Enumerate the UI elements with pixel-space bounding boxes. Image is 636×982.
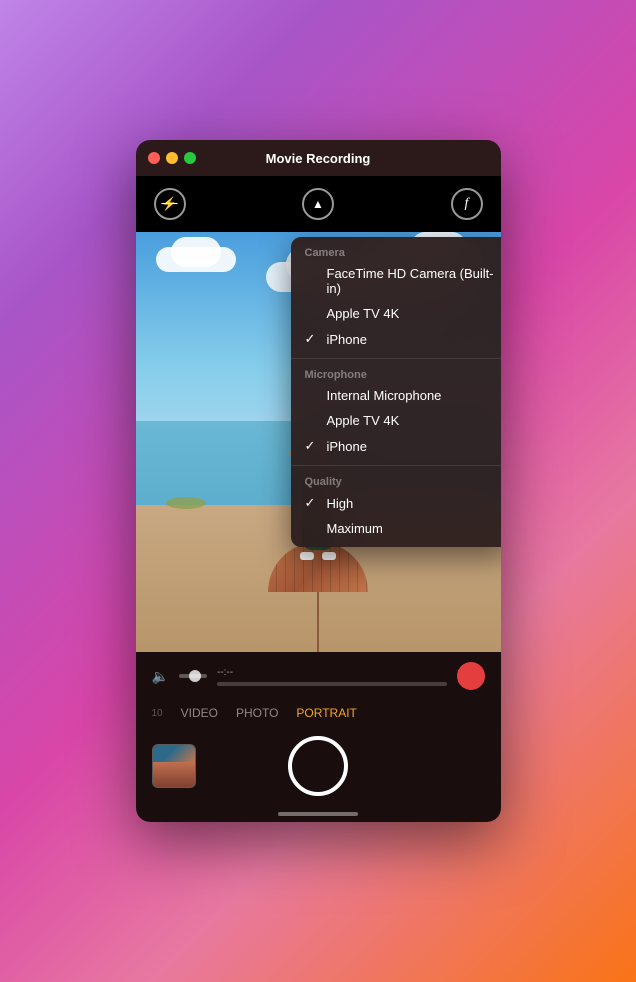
- left-foot: [300, 552, 314, 560]
- thumbnail-image: [153, 745, 195, 787]
- menu-item-facetime-hd[interactable]: FaceTime HD Camera (Built-in): [291, 261, 501, 301]
- menu-label-iphone-camera: iPhone: [327, 332, 497, 347]
- quality-section-header: Quality: [291, 472, 501, 490]
- right-foot: [322, 552, 336, 560]
- home-indicator-bar: [278, 812, 358, 816]
- camera-section: Camera FaceTime HD Camera (Built-in) App…: [291, 237, 501, 359]
- microphone-section: Microphone Internal Microphone Apple TV …: [291, 359, 501, 466]
- umbrella-handle: [317, 592, 319, 652]
- capture-row: [136, 726, 501, 806]
- menu-item-iphone-camera[interactable]: ✓ iPhone: [291, 326, 501, 352]
- flash-button[interactable]: ⚡: [154, 188, 186, 220]
- facetime-icon: f: [465, 196, 469, 212]
- flash-icon: ⚡: [161, 196, 177, 212]
- menu-item-iphone-mic[interactable]: ✓ iPhone: [291, 433, 501, 459]
- chevron-up-icon: ▲: [312, 197, 324, 211]
- menu-item-apple-tv-mic[interactable]: Apple TV 4K: [291, 408, 501, 433]
- thumbnail-content: [153, 762, 195, 787]
- mode-video[interactable]: VIDEO: [181, 706, 218, 720]
- island: [166, 497, 206, 509]
- menu-label-internal-mic: Internal Microphone: [327, 388, 497, 403]
- shutter-button[interactable]: [288, 736, 348, 796]
- menu-label-iphone-mic: iPhone: [327, 439, 497, 454]
- timeline-time: --:--: [217, 667, 447, 678]
- camera-settings-dropdown: Camera FaceTime HD Camera (Built-in) App…: [291, 237, 501, 547]
- timeline-area: --:--: [217, 667, 447, 686]
- record-button[interactable]: [457, 662, 485, 690]
- menu-label-facetime-hd: FaceTime HD Camera (Built-in): [327, 266, 497, 296]
- close-button[interactable]: [148, 152, 160, 164]
- menu-label-apple-tv-camera: Apple TV 4K: [327, 306, 497, 321]
- mode-photo[interactable]: PHOTO: [236, 706, 278, 720]
- mode-scroll-indicator: 10: [152, 708, 163, 719]
- maximize-button[interactable]: [184, 152, 196, 164]
- camera-section-header: Camera: [291, 243, 501, 261]
- microphone-section-header: Microphone: [291, 365, 501, 383]
- minimize-button[interactable]: [166, 152, 178, 164]
- menu-label-apple-tv-mic: Apple TV 4K: [327, 413, 497, 428]
- volume-slider[interactable]: [179, 674, 207, 678]
- menu-item-high[interactable]: ✓ High: [291, 490, 501, 516]
- menu-item-internal-mic[interactable]: Internal Microphone: [291, 383, 501, 408]
- timeline-bar[interactable]: [217, 682, 447, 686]
- top-controls-bar: ⚡ ▲ f: [136, 176, 501, 232]
- last-capture-thumbnail[interactable]: [152, 744, 196, 788]
- menu-label-maximum: Maximum: [327, 521, 497, 536]
- playback-controls: 🔈 --:--: [136, 652, 501, 700]
- title-bar: Movie Recording: [136, 140, 501, 176]
- mode-portrait[interactable]: PORTRAIT: [296, 706, 356, 720]
- home-indicator: [136, 806, 501, 822]
- menu-item-maximum[interactable]: Maximum: [291, 516, 501, 541]
- traffic-lights: [148, 152, 196, 164]
- mode-selector: 10 VIDEO PHOTO PORTRAIT: [136, 700, 501, 726]
- person-feet: [300, 552, 336, 560]
- facetime-button[interactable]: f: [451, 188, 483, 220]
- check-icon-iphone-mic: ✓: [305, 438, 319, 454]
- window-title: Movie Recording: [266, 151, 371, 166]
- app-window: Movie Recording ⚡ ▲ f: [136, 140, 501, 822]
- cloud-1b: [171, 237, 221, 267]
- check-icon-high: ✓: [305, 495, 319, 511]
- check-icon-iphone-camera: ✓: [305, 331, 319, 347]
- quality-section: Quality ✓ High Maximum: [291, 466, 501, 547]
- camera-view: Camera FaceTime HD Camera (Built-in) App…: [136, 232, 501, 652]
- volume-thumb: [189, 670, 201, 682]
- chevron-up-button[interactable]: ▲: [302, 188, 334, 220]
- volume-icon: 🔈: [152, 668, 169, 685]
- menu-item-apple-tv-camera[interactable]: Apple TV 4K: [291, 301, 501, 326]
- menu-label-high: High: [327, 496, 497, 511]
